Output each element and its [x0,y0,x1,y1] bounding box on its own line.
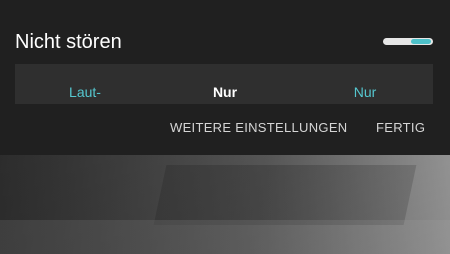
toggle-thumb [411,39,431,44]
wallpaper-shape [0,220,450,254]
dialog-actions: WEITERE EINSTELLUNGEN FERTIG [0,110,450,146]
mode-option-alarms[interactable]: Nur [305,64,425,101]
wallpaper-shape [153,165,417,225]
more-settings-button[interactable]: WEITERE EINSTELLUNGEN [170,120,348,135]
mode-selector: Laut- Nur Nur [15,64,433,104]
do-not-disturb-toggle[interactable] [383,38,433,45]
mode-option-loud[interactable]: Laut- [25,64,145,101]
panel-title: Nicht stören [15,31,122,53]
done-button[interactable]: FERTIG [376,120,425,135]
mode-option-priority[interactable]: Nur [165,64,285,101]
do-not-disturb-panel: Nicht stören Laut- Nur Nur WEITERE EINST… [0,0,450,155]
